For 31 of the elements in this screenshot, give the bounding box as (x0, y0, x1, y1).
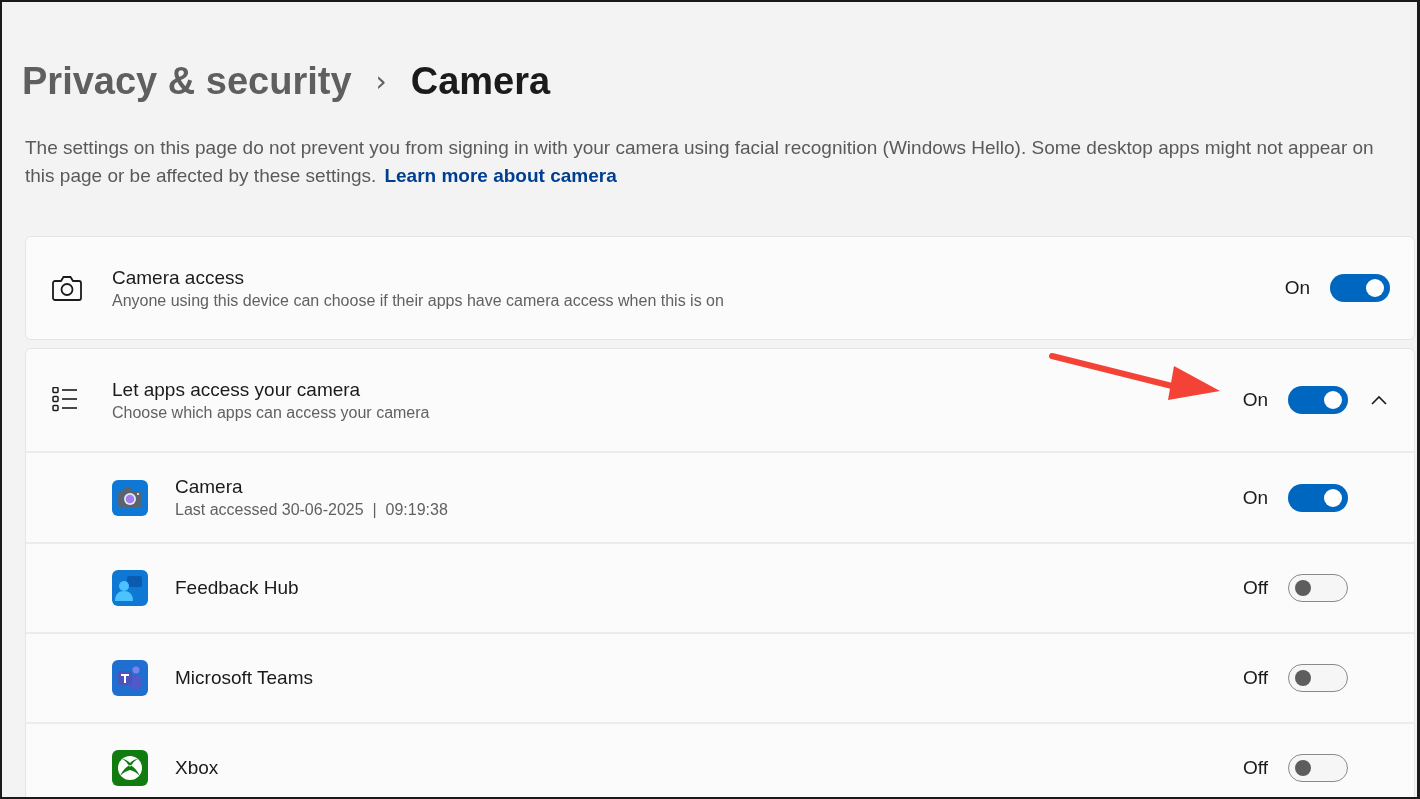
setting-title: Camera access (112, 266, 245, 289)
toggle-switch[interactable] (1330, 274, 1390, 302)
camera-icon (52, 274, 82, 302)
page-title: Camera (410, 59, 551, 103)
toggle-switch[interactable] (1288, 386, 1348, 414)
toggle-switch[interactable] (1288, 483, 1348, 512)
setting-title: Let apps access your camera (112, 378, 362, 401)
person-chat-icon (112, 570, 148, 606)
app-name: Camera (175, 476, 244, 498)
setting-subtitle: Choose which apps can access your camera (112, 403, 431, 422)
toggle-state-label: On (1284, 277, 1310, 299)
description-text: The settings on this page do not prevent you from signing in with your camera using facial recognition (Windows Hello). Some desktop apps might not appear on this page or be affected by these settings. Learn more about camera (25, 136, 1375, 188)
toggle-switch[interactable] (1288, 754, 1348, 782)
toggle-state-label: Off (1243, 667, 1268, 689)
app-name: Microsoft Teams (175, 667, 314, 689)
app-name: Xbox (175, 757, 220, 779)
breadcrumb-parent[interactable]: Privacy & security (22, 59, 352, 103)
toggle-switch[interactable] (1288, 664, 1348, 692)
learn-more-link[interactable]: Learn more about camera (384, 165, 617, 186)
toggle-state-label: On (1242, 389, 1268, 411)
breadcrumb-separator: › (375, 64, 387, 98)
camera-app-icon (112, 479, 148, 516)
setting-subtitle: Anyone using this device can choose if their apps have camera access when this is on (112, 291, 725, 310)
app-name: Feedback Hub (175, 577, 300, 599)
toggle-state-label: On (1242, 486, 1268, 509)
people-t-icon (112, 660, 148, 696)
toggle-state-label: Off (1243, 577, 1268, 599)
list-icon (52, 387, 78, 413)
toggle-state-label: Off (1243, 757, 1268, 779)
last-accessed-text: Last accessed 30-06-2025 | 09:19:38 (175, 501, 449, 519)
toggle-switch[interactable] (1288, 574, 1348, 602)
